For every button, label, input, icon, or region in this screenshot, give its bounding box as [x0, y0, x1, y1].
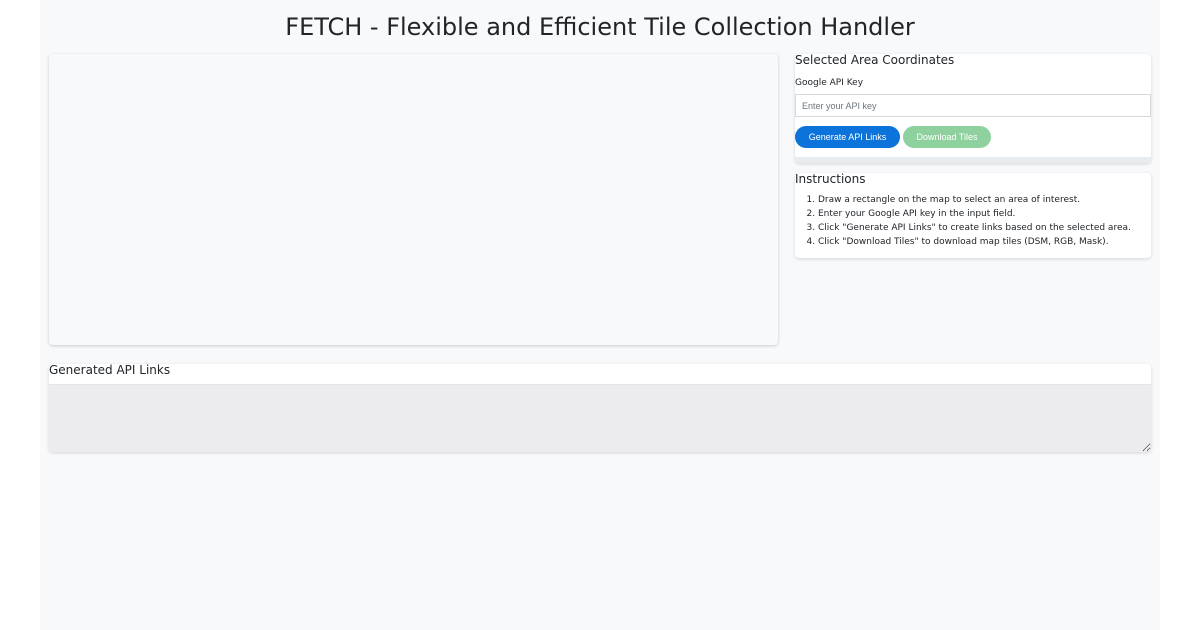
- instructions-list: Draw a rectangle on the map to select an…: [803, 193, 1131, 249]
- api-key-input[interactable]: [795, 94, 1151, 117]
- api-key-label: Google API Key: [795, 78, 864, 88]
- app-container: FETCH - Flexible and Efficient Tile Coll…: [40, 0, 1160, 630]
- instruction-step: Enter your Google API key in the input f…: [818, 207, 1131, 221]
- generated-links-heading: Generated API Links: [49, 363, 171, 377]
- page-title: FETCH - Flexible and Efficient Tile Coll…: [285, 13, 915, 41]
- coordinates-panel: Selected Area Coordinates Google API Key…: [795, 54, 1151, 163]
- map-canvas[interactable]: [49, 54, 778, 345]
- instruction-step: Click "Generate API Links" to create lin…: [818, 221, 1131, 235]
- instructions-panel: Instructions Draw a rectangle on the map…: [795, 173, 1151, 258]
- generate-api-links-button[interactable]: Generate API Links: [795, 126, 900, 148]
- coordinates-footer-bar: [795, 157, 1151, 163]
- download-tiles-button[interactable]: Download Tiles: [903, 126, 991, 148]
- generated-links-textarea[interactable]: [49, 384, 1151, 452]
- instruction-step: Draw a rectangle on the map to select an…: [818, 193, 1131, 207]
- instruction-step: Click "Download Tiles" to download map t…: [818, 235, 1131, 249]
- instructions-heading: Instructions: [795, 172, 866, 186]
- generated-links-panel: Generated API Links: [49, 364, 1151, 452]
- coordinates-heading: Selected Area Coordinates: [795, 53, 955, 67]
